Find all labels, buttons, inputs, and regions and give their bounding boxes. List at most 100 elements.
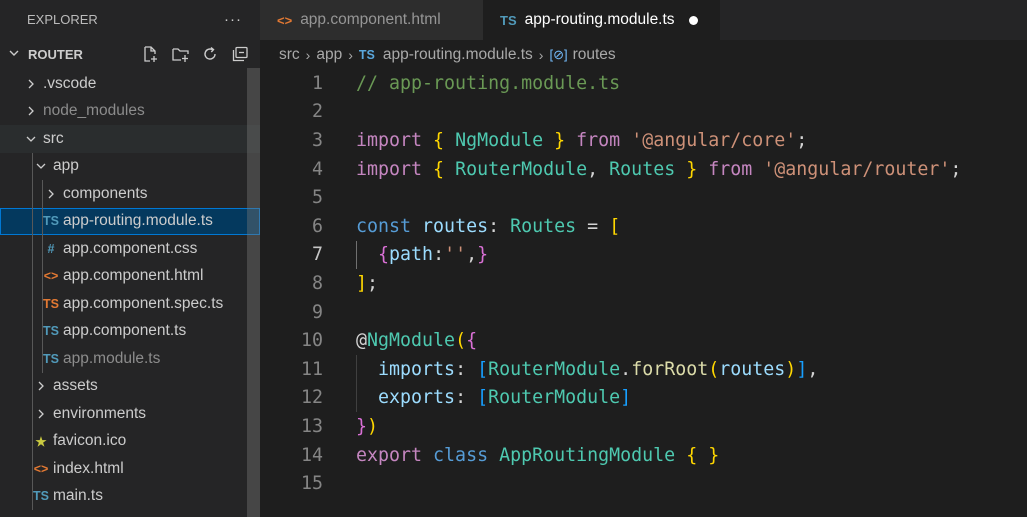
tree-item-label: main.ts — [53, 487, 103, 505]
code-token: exports — [356, 387, 456, 409]
code-token: routes — [422, 215, 489, 237]
code-token: Routes — [510, 215, 577, 237]
code-line[interactable]: 15 — [260, 469, 1027, 498]
tab-app-component-html[interactable]: <> app.component.html — [260, 0, 483, 40]
tree-item-label: app — [53, 157, 79, 175]
chevron-right-icon: › — [348, 47, 353, 63]
code-text: imports: [RouterModule.forRoot(routes)], — [356, 359, 818, 380]
tree-item-node-modules[interactable]: node_modules — [0, 98, 260, 126]
tree-item-label: app-routing.module.ts — [63, 212, 213, 230]
code-token: : — [455, 358, 478, 380]
more-actions-icon[interactable]: ··· — [224, 11, 242, 28]
breadcrumb: src › app › TS app-routing.module.ts › [… — [260, 40, 1027, 70]
tree-item-label: favicon.ico — [53, 432, 127, 450]
workspace-section-header[interactable]: ROUTER — [0, 38, 260, 70]
code-token: } — [686, 158, 698, 180]
collapse-all-icon[interactable] — [230, 44, 250, 64]
refresh-icon[interactable] — [200, 44, 220, 64]
unsaved-changes-dot-icon[interactable] — [688, 15, 698, 25]
code-line[interactable]: 5 — [260, 183, 1027, 212]
code-line[interactable]: 11 imports: [RouterModule.forRoot(routes… — [260, 354, 1027, 384]
line-number: 12 — [300, 387, 323, 409]
tab-app-routing-module-ts[interactable]: TS app-routing.module.ts — [483, 0, 720, 40]
code-token: RouterModule — [444, 158, 588, 180]
line-number: 1 — [311, 72, 323, 94]
tab-label: app-routing.module.ts — [524, 11, 675, 28]
breadcrumb-src[interactable]: src — [279, 46, 300, 64]
tree-item-main-ts[interactable]: TS main.ts — [0, 482, 260, 510]
breadcrumb-symbol[interactable]: routes — [573, 46, 616, 64]
breadcrumb-file[interactable]: app-routing.module.ts — [383, 46, 533, 64]
code-line[interactable]: 10 @NgModule({ — [260, 326, 1027, 355]
tree-item-app-component-ts[interactable]: TS app.component.ts — [0, 317, 260, 345]
code-token: , — [466, 244, 478, 266]
code-text: import { NgModule } from '@angular/core'… — [356, 130, 807, 151]
code-line[interactable]: 13}) — [260, 412, 1027, 441]
tree-item-environments[interactable]: environments — [0, 400, 260, 428]
tree-item-label: src — [43, 129, 64, 147]
line-number: 9 — [311, 301, 323, 323]
code-token: NgModule — [444, 129, 555, 151]
new-file-icon[interactable] — [140, 44, 160, 64]
tree-item-app-component-html[interactable]: <> app.component.html — [0, 262, 260, 290]
tree-item-label: environments — [53, 404, 147, 422]
tree-item-components[interactable]: components — [0, 180, 260, 208]
code-token: import — [356, 158, 434, 180]
code-editor[interactable]: 1 // app-routing.module.ts 2 3 import { NgMo… — [260, 69, 1027, 517]
code-token: from — [565, 129, 632, 151]
tree-item-app-routing-module-ts[interactable]: TS app-routing.module.ts — [0, 207, 260, 235]
code-line[interactable]: 14 export class AppRoutingModule { } — [260, 441, 1027, 470]
code-text: }) — [356, 416, 378, 437]
tree-item-app-component-spec-ts[interactable]: TS app.component.spec.ts — [0, 290, 260, 318]
code-token: = — [576, 215, 610, 237]
code-line[interactable]: 6 const routes: Routes = [ — [260, 212, 1027, 241]
code-token: class — [433, 444, 500, 466]
code-token: '@angular/core' — [631, 129, 797, 151]
typescript-file-icon: TS — [500, 12, 517, 28]
code-token: ( — [455, 330, 467, 352]
tree-item-assets[interactable]: assets — [0, 372, 260, 400]
code-line[interactable]: 8]; — [260, 269, 1027, 298]
code-line[interactable]: 7 {path:'',} — [260, 240, 1027, 270]
code-text: export class AppRoutingModule { } — [356, 445, 719, 466]
line-number: 6 — [311, 215, 323, 237]
html-file-icon: <> — [277, 12, 293, 28]
code-text: const routes: Routes = [ — [356, 216, 620, 237]
code-token: forRoot — [631, 358, 709, 380]
tree-item-label: index.html — [53, 459, 124, 477]
code-token: { — [378, 244, 390, 266]
tree-item-label: node_modules — [43, 102, 145, 120]
code-line[interactable]: 1 // app-routing.module.ts — [260, 69, 1027, 98]
breadcrumb-app[interactable]: app — [316, 46, 342, 64]
code-line[interactable]: 12 exports: [RouterModule] — [260, 383, 1027, 413]
new-folder-icon[interactable] — [170, 44, 190, 64]
code-token: from — [697, 158, 764, 180]
code-line[interactable]: 4 import { RouterModule, Routes } from '@… — [260, 155, 1027, 184]
code-token: { — [466, 330, 478, 352]
code-line[interactable]: 3 import { NgModule } from '@angular/core… — [260, 126, 1027, 155]
code-token: const — [356, 215, 423, 237]
indent-guide — [42, 235, 43, 263]
tree-item-favicon-ico[interactable]: ★ favicon.ico — [0, 427, 260, 455]
code-token: imports — [356, 358, 456, 380]
code-text: @NgModule({ — [356, 330, 477, 351]
code-token: Routes — [609, 158, 687, 180]
tree-item-app[interactable]: app — [0, 152, 260, 180]
sidebar-scrollbar[interactable] — [247, 68, 260, 517]
tree-item-index-html[interactable]: <> index.html — [0, 455, 260, 483]
code-token: , — [807, 358, 819, 380]
code-token: ] — [620, 387, 632, 409]
code-token: export — [356, 444, 434, 466]
tree-item-vscode[interactable]: .vscode — [0, 70, 260, 98]
html-file-icon: <> — [33, 461, 49, 476]
code-text: {path:'',} — [356, 244, 488, 265]
tree-item-app-module-ts[interactable]: TS app.module.ts — [0, 345, 260, 373]
test-file-icon: TS — [43, 296, 59, 311]
file-tree: .vscode node_modules src app components TS app… — [0, 70, 260, 510]
typescript-file-icon: TS — [43, 351, 59, 366]
code-line[interactable]: 9 — [260, 298, 1027, 327]
code-line[interactable]: 2 — [260, 98, 1027, 127]
tree-item-src[interactable]: src — [0, 125, 260, 153]
tree-item-app-component-css[interactable]: # app.component.css — [0, 235, 260, 263]
indent-guide — [42, 345, 43, 373]
